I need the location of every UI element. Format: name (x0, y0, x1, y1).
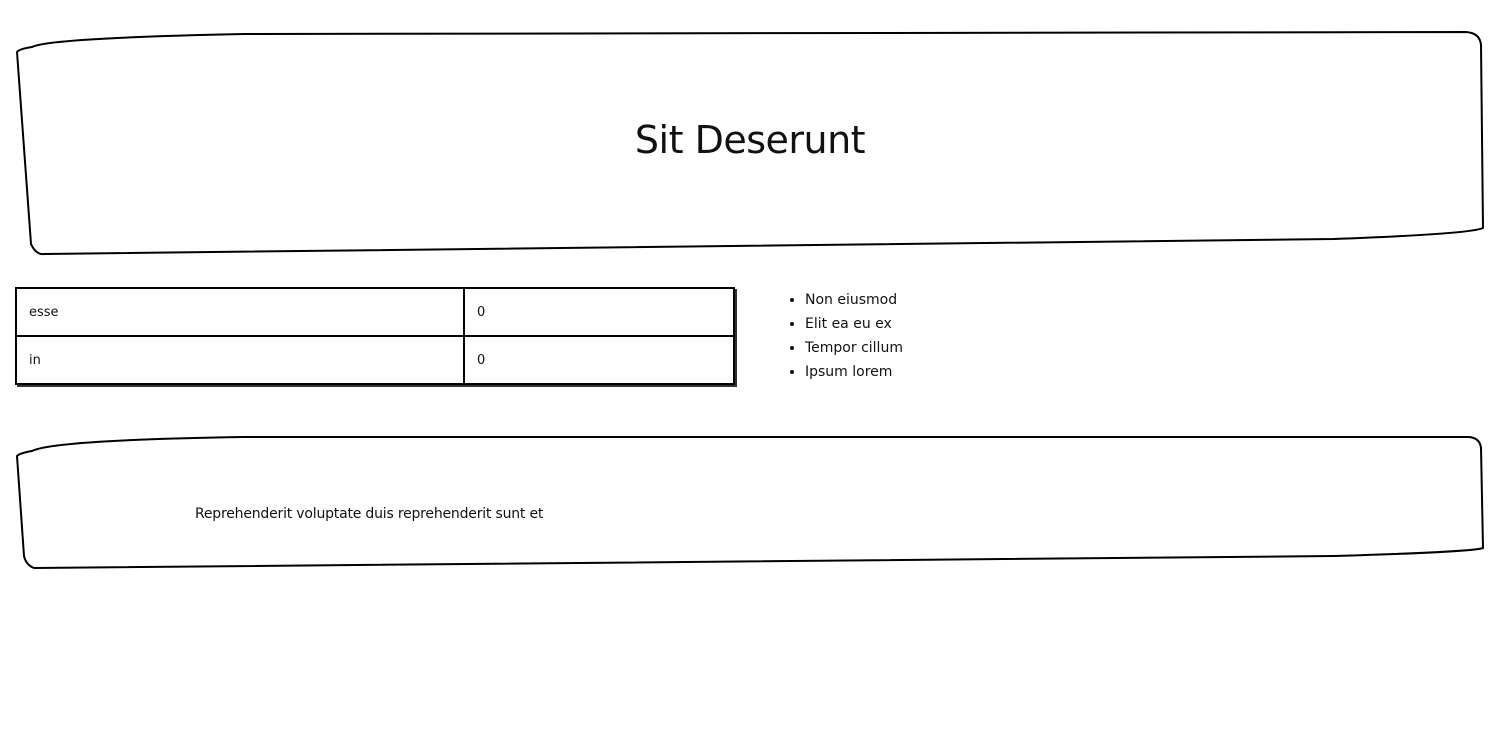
table-row: in 0 (15, 335, 735, 385)
bullet-list: Non eiusmod Elit ea eu ex Tempor cillum … (786, 288, 903, 384)
table-cell-key: in (15, 335, 465, 385)
list-item: Ipsum lorem (805, 360, 903, 384)
data-table: esse 0 in 0 (15, 287, 735, 385)
header-card: Sit Deserunt (14, 30, 1486, 258)
footer-card: Reprehenderit voluptate duis reprehender… (14, 434, 1486, 572)
list-item: Non eiusmod (805, 288, 903, 312)
table-cell-key: esse (15, 287, 465, 337)
table-cell-value: 0 (463, 287, 735, 337)
page-title: Sit Deserunt (634, 118, 866, 162)
table-row: esse 0 (15, 287, 735, 337)
footer-card-border (16, 436, 1484, 569)
list-item: Elit ea eu ex (805, 312, 903, 336)
table-cell-value: 0 (463, 335, 735, 385)
footer-text: Reprehenderit voluptate duis reprehender… (195, 506, 544, 522)
list-item: Tempor cillum (805, 336, 903, 360)
